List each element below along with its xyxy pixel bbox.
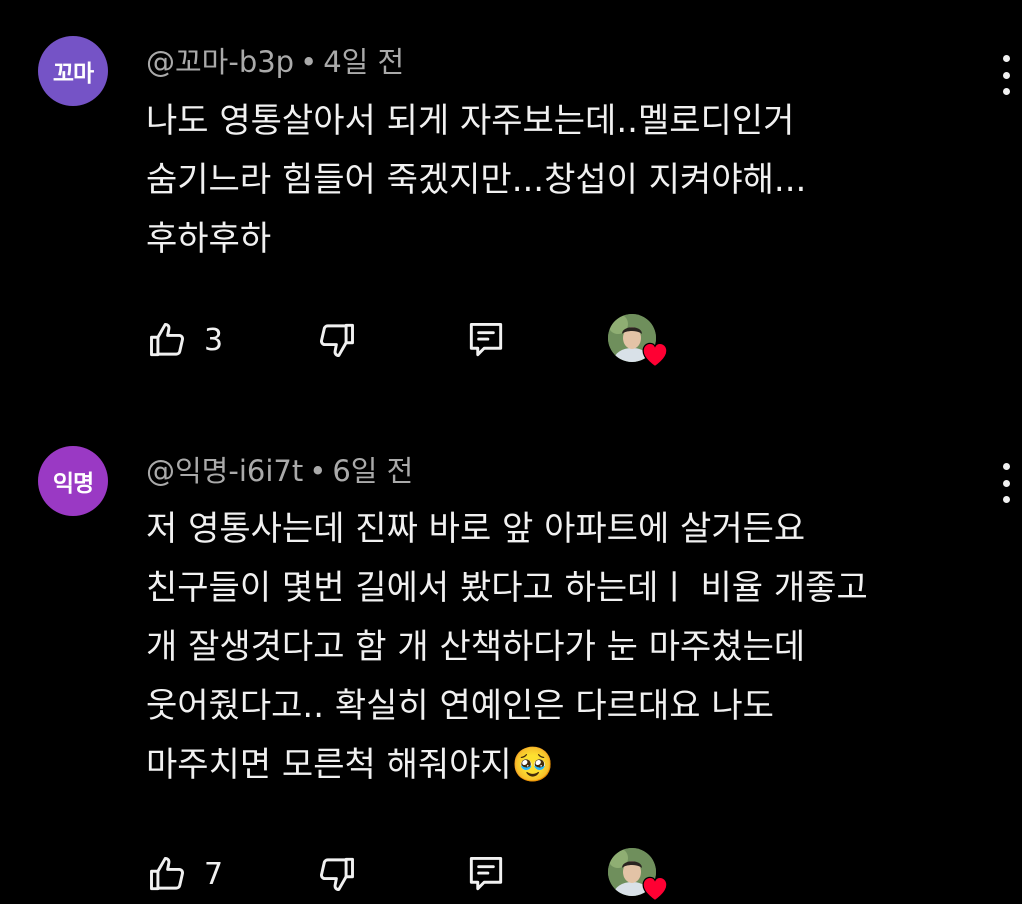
meta-separator: • xyxy=(300,45,318,79)
comment-line: 웃어줬다고.. 확실히 연예인은 다르대요 나도 xyxy=(146,686,774,726)
comment-actions: 3 xyxy=(146,314,706,368)
like-count: 3 xyxy=(204,322,224,358)
avatar[interactable]: 익명 xyxy=(38,446,108,516)
comment-author[interactable]: @익명-i6i7t xyxy=(146,454,303,488)
like-count: 7 xyxy=(204,856,224,892)
comment-line: 나도 영통살아서 되게 자주보는데..멜로디인거 xyxy=(146,101,795,141)
creator-heart xyxy=(608,314,670,370)
comment-time[interactable]: 6일 전 xyxy=(332,454,413,488)
more-options-icon[interactable] xyxy=(996,463,1016,503)
like-button[interactable]: 7 xyxy=(146,848,223,900)
creator-heart-icon xyxy=(642,342,668,368)
comment-text: 나도 영통살아서 되게 자주보는데..멜로디인거 숨기느라 힘들어 죽겠지만..… xyxy=(146,92,806,269)
comment-line: 저 영통사는데 진짜 바로 앞 아파트에 살거든요 xyxy=(146,509,806,549)
comment-line: 친구들이 몇번 길에서 봤다고 하는데ㅣ 비율 개좋고 xyxy=(146,568,868,608)
dislike-button[interactable] xyxy=(314,314,358,366)
comment-line: 숨기느라 힘들어 죽겠지만...창섭이 지켜야해... xyxy=(146,160,807,200)
reply-button[interactable] xyxy=(464,314,508,366)
comment-time[interactable]: 4일 전 xyxy=(323,45,404,79)
reply-button[interactable] xyxy=(464,848,508,900)
creator-heart xyxy=(608,848,670,904)
comment-text: 저 영통사는데 진짜 바로 앞 아파트에 살거든요 친구들이 몇번 길에서 봤다… xyxy=(146,500,868,795)
comment-line: 마주치면 모른척 해줘야지🥹 xyxy=(146,745,555,785)
avatar[interactable]: 꼬마 xyxy=(38,36,108,106)
avatar-initials: 익명 xyxy=(52,471,94,497)
comment-actions: 7 xyxy=(146,848,706,902)
like-icon xyxy=(150,322,185,357)
reply-icon xyxy=(469,856,503,891)
comment-author[interactable]: @꼬마-b3p xyxy=(146,45,294,79)
reply-icon xyxy=(469,322,503,357)
more-options-icon[interactable] xyxy=(996,55,1016,95)
dislike-button[interactable] xyxy=(314,848,358,900)
avatar-initials: 꼬마 xyxy=(52,61,94,87)
creator-heart-icon xyxy=(642,876,668,902)
comment-line: 개 잘생겻다고 함 개 산책하다가 눈 마주쳤는데 xyxy=(146,627,806,667)
comment-line: 후하후하 xyxy=(146,219,272,259)
comment-meta: @익명-i6i7t • 6일 전 xyxy=(146,451,413,491)
like-button[interactable]: 3 xyxy=(146,314,223,366)
meta-separator: • xyxy=(309,454,327,488)
dislike-icon xyxy=(319,323,354,358)
comment-meta: @꼬마-b3p • 4일 전 xyxy=(146,42,404,82)
dislike-icon xyxy=(319,857,354,892)
like-icon xyxy=(150,856,185,891)
